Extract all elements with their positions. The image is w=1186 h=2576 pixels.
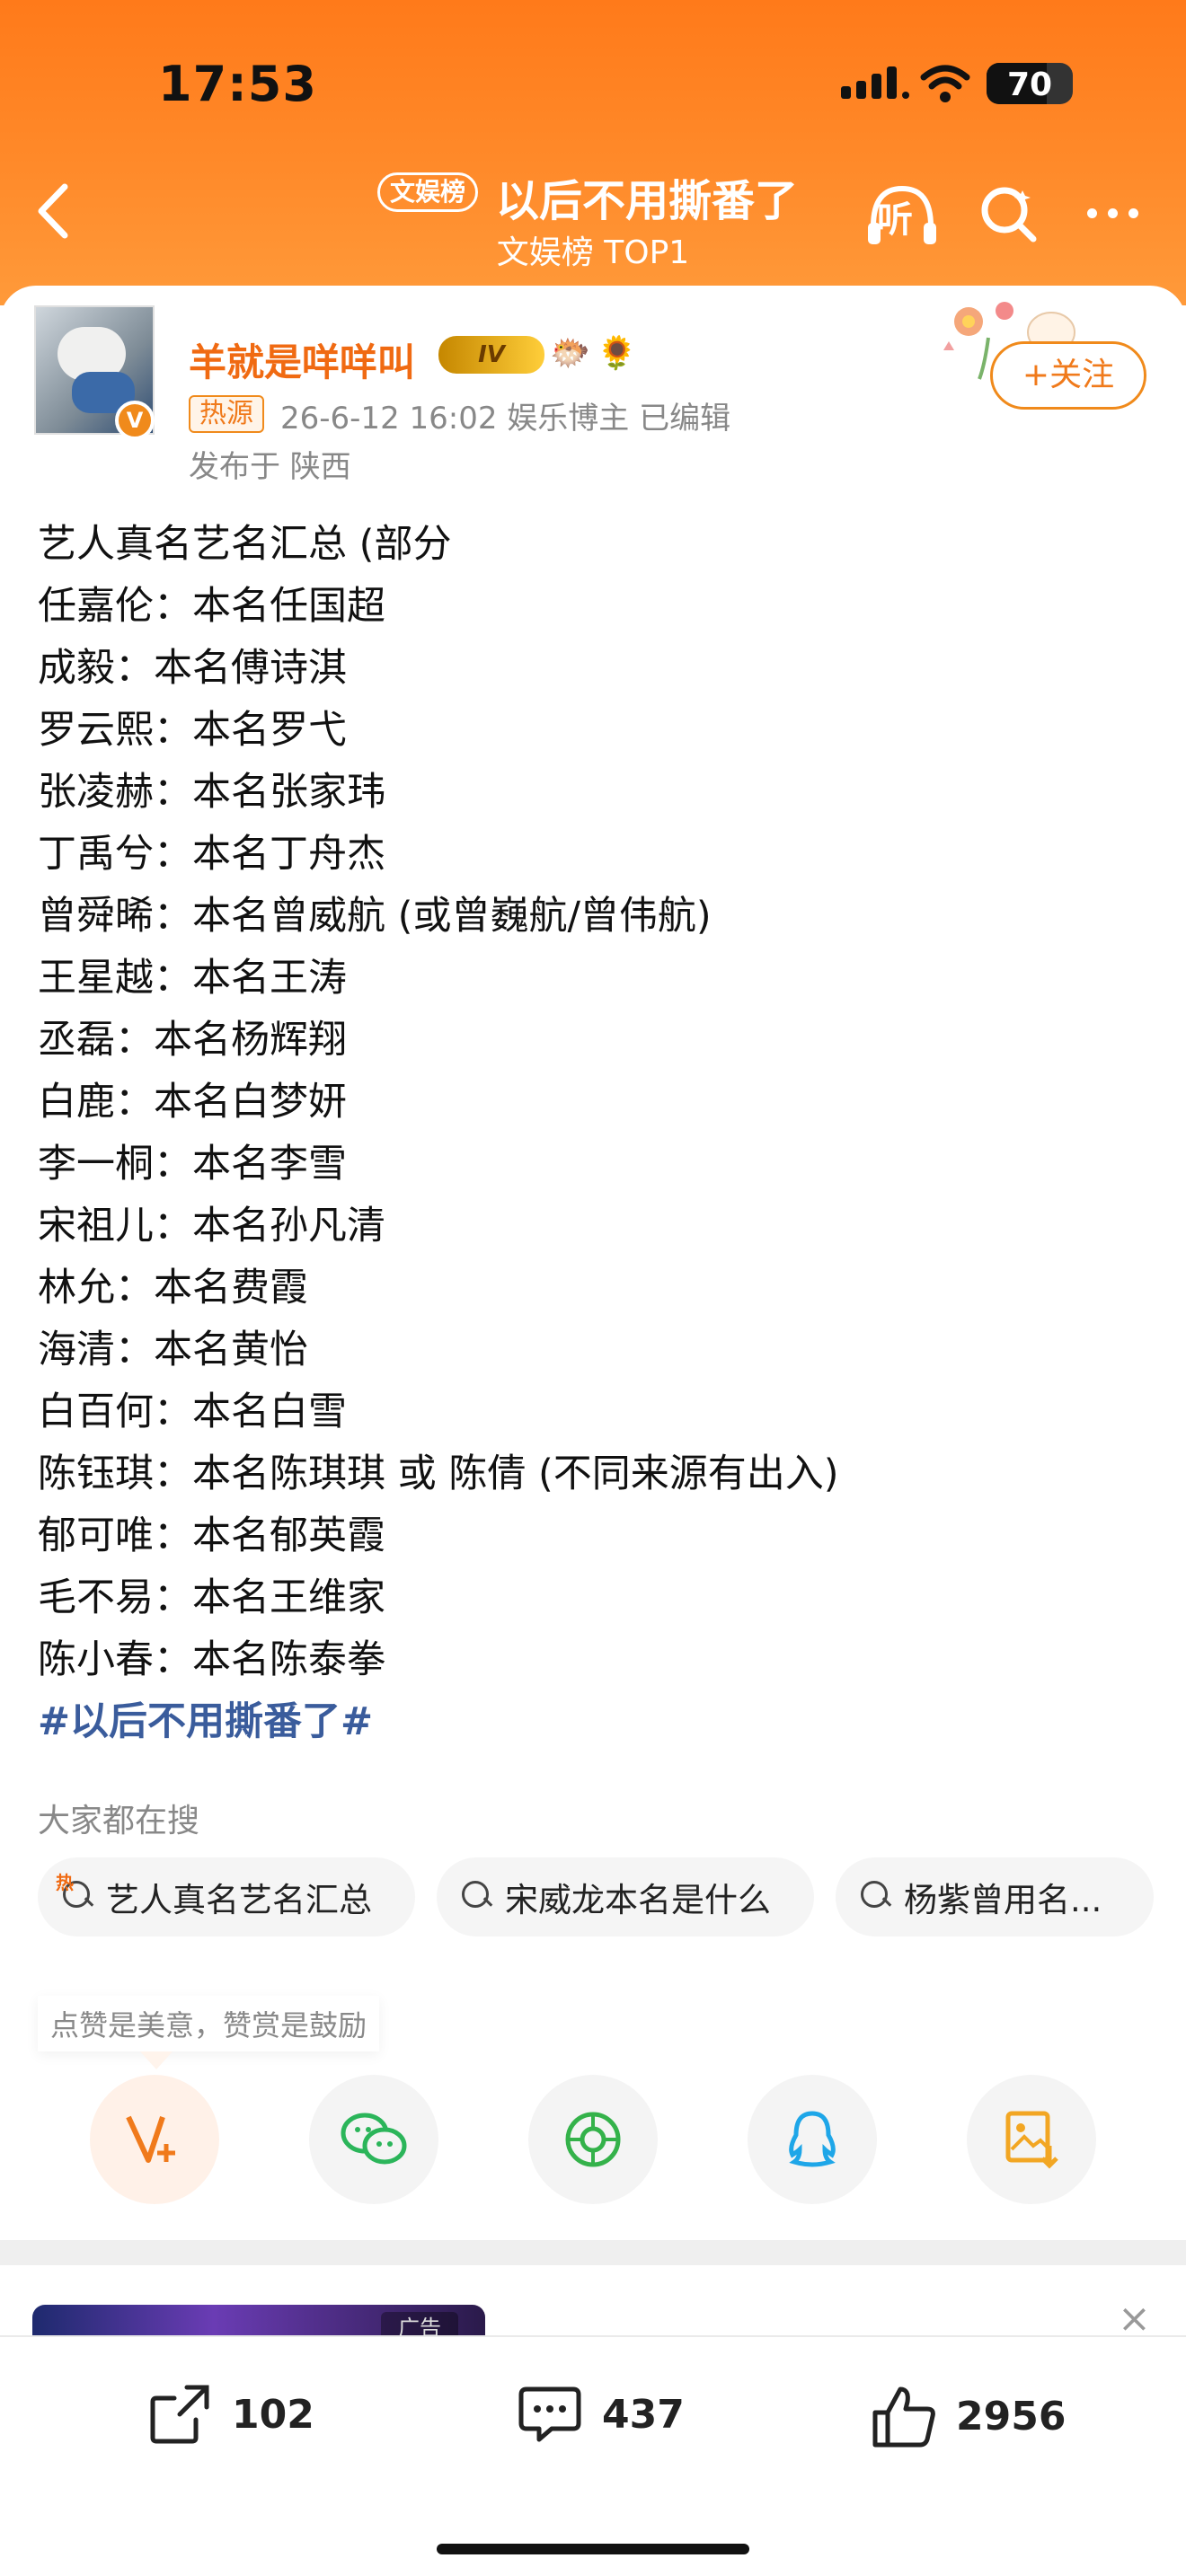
post-line: 白鹿：本名白梦妍 <box>38 1080 347 1125</box>
search-pill-label: 艺人真名艺名汇总 <box>106 1881 372 1919</box>
share-qq-button[interactable] <box>748 2075 877 2204</box>
reward-tip: 点赞是美意，赞赏是鼓励 <box>38 1996 380 2051</box>
post-meta: 26-6-12 16:02 娱乐博主 已编辑 <box>280 401 731 437</box>
sunflower-emoji-icon: 🌻 <box>597 335 637 372</box>
share-moments-button[interactable] <box>528 2075 658 2204</box>
comment-count: 437 <box>602 2391 685 2438</box>
level-text: IV <box>478 341 505 368</box>
search-pill-label: 宋威龙本名是什么 <box>505 1881 771 1919</box>
source-tag: 热源 <box>189 395 264 433</box>
nav-bar: 文娱榜 以后不用撕番了 文娱榜 TOP1 听 <box>0 153 1186 278</box>
post-line: 毛不易：本名王维家 <box>38 1575 385 1620</box>
search-icon: 热 <box>56 1872 95 1913</box>
comment-button[interactable]: 437 <box>516 2382 685 2447</box>
cellular-signal-icon <box>841 66 909 99</box>
more-icon[interactable] <box>1087 208 1138 218</box>
section-divider <box>0 2240 1186 2265</box>
hot-mark: 热 <box>56 1872 74 1893</box>
like-button[interactable]: 2956 <box>870 2382 1066 2450</box>
level-badge: IV <box>438 336 544 374</box>
post-line: 海清：本名黄怡 <box>38 1328 308 1372</box>
reward-button[interactable] <box>90 2075 219 2204</box>
post-line: 李一桐：本名李雪 <box>38 1142 347 1187</box>
wechat-icon <box>341 2113 407 2165</box>
post-line: 王星越：本名王涛 <box>38 956 347 1001</box>
save-image-icon <box>1005 2111 1058 2169</box>
page-subtitle-text: 文娱榜 TOP1 <box>496 234 690 271</box>
wifi-icon <box>920 65 970 102</box>
post-line: 丁禹兮：本名丁舟杰 <box>38 832 385 877</box>
search-pill[interactable]: 宋威龙本名是什么 <box>437 1857 814 1936</box>
status-time: 17:53 <box>158 56 317 112</box>
search-icon[interactable] <box>978 183 1040 246</box>
tip-arrow <box>140 2051 173 2069</box>
post-line: 任嘉伦：本名任国超 <box>38 584 385 629</box>
save-image-button[interactable] <box>967 2075 1096 2204</box>
share-count: 102 <box>232 2391 314 2438</box>
battery-percent: 70 <box>1006 66 1053 103</box>
moments-icon <box>565 2112 621 2167</box>
post-line: 陈钰琪：本名陈琪琪 或 陈倩 (不同来源有出入) <box>38 1451 839 1496</box>
follow-button[interactable]: +关注 <box>990 341 1146 410</box>
status-bar: 17:53 70 <box>0 54 1186 117</box>
page-title: 以后不用撕番了 <box>496 176 799 226</box>
search-icon <box>462 1881 494 1913</box>
trending-search-heading: 大家都在搜 <box>38 1803 200 1839</box>
post-location: 发布于 陕西 <box>189 449 351 485</box>
share-wechat-button[interactable] <box>309 2075 438 2204</box>
listen-label: 听 <box>877 199 913 241</box>
thumbs-up-icon <box>872 2386 935 2448</box>
hashtag-link[interactable]: #以后不用撕番了# <box>38 1691 1152 1753</box>
fish-emoji-icon: 🐡 <box>550 335 590 372</box>
post-line: 郁可唯：本名郁英霞 <box>38 1513 385 1558</box>
search-icon <box>861 1881 893 1913</box>
trending-search-list: 热 艺人真名艺名汇总 宋威龙本名是什么 杨紫曾用名... <box>38 1857 1154 1936</box>
qq-icon <box>789 2111 836 2167</box>
share-button[interactable]: 102 <box>146 2382 314 2447</box>
search-pill[interactable]: 杨紫曾用名... <box>836 1857 1154 1936</box>
post-body: 艺人真名艺名汇总 (部分 任嘉伦：本名任国超 成毅：本名傅诗淇 罗云熙：本名罗弋… <box>38 514 1152 1753</box>
post-line: 曾舜晞：本名曾威航 (或曾巍航/曾伟航) <box>38 894 712 939</box>
post-line: 艺人真名艺名汇总 (部分 <box>38 522 452 567</box>
battery-indicator: 70 <box>987 63 1073 104</box>
listen-button[interactable]: 听 <box>864 180 940 251</box>
home-indicator <box>437 2544 749 2554</box>
reward-v-icon <box>126 2115 175 2163</box>
topic-badge: 文娱榜 <box>377 172 478 212</box>
share-icon <box>150 2385 209 2444</box>
post-line: 白百何：本名白雪 <box>38 1389 347 1434</box>
share-row <box>0 2075 1186 2210</box>
search-pill-label: 杨紫曾用名... <box>904 1881 1102 1919</box>
verified-badge: V <box>115 401 155 440</box>
search-pill[interactable]: 热 艺人真名艺名汇总 <box>38 1857 415 1936</box>
author-name[interactable]: 羊就是咩咩叫 <box>189 332 415 387</box>
like-count: 2956 <box>956 2393 1067 2439</box>
post-line: 林允：本名费霞 <box>38 1266 308 1310</box>
post-line: 宋祖儿：本名孙凡清 <box>38 1204 385 1248</box>
post-line: 陈小春：本名陈泰拳 <box>38 1637 385 1682</box>
post-line: 丞磊：本名杨辉翔 <box>38 1018 347 1063</box>
post-line: 成毅：本名傅诗淇 <box>38 646 347 691</box>
bottom-action-bar: 102 437 2956 <box>0 2335 1186 2576</box>
post-line: 张凌赫：本名张家玮 <box>38 770 385 815</box>
post-line: 罗云熙：本名罗弋 <box>38 708 347 753</box>
comment-icon <box>518 2386 581 2442</box>
